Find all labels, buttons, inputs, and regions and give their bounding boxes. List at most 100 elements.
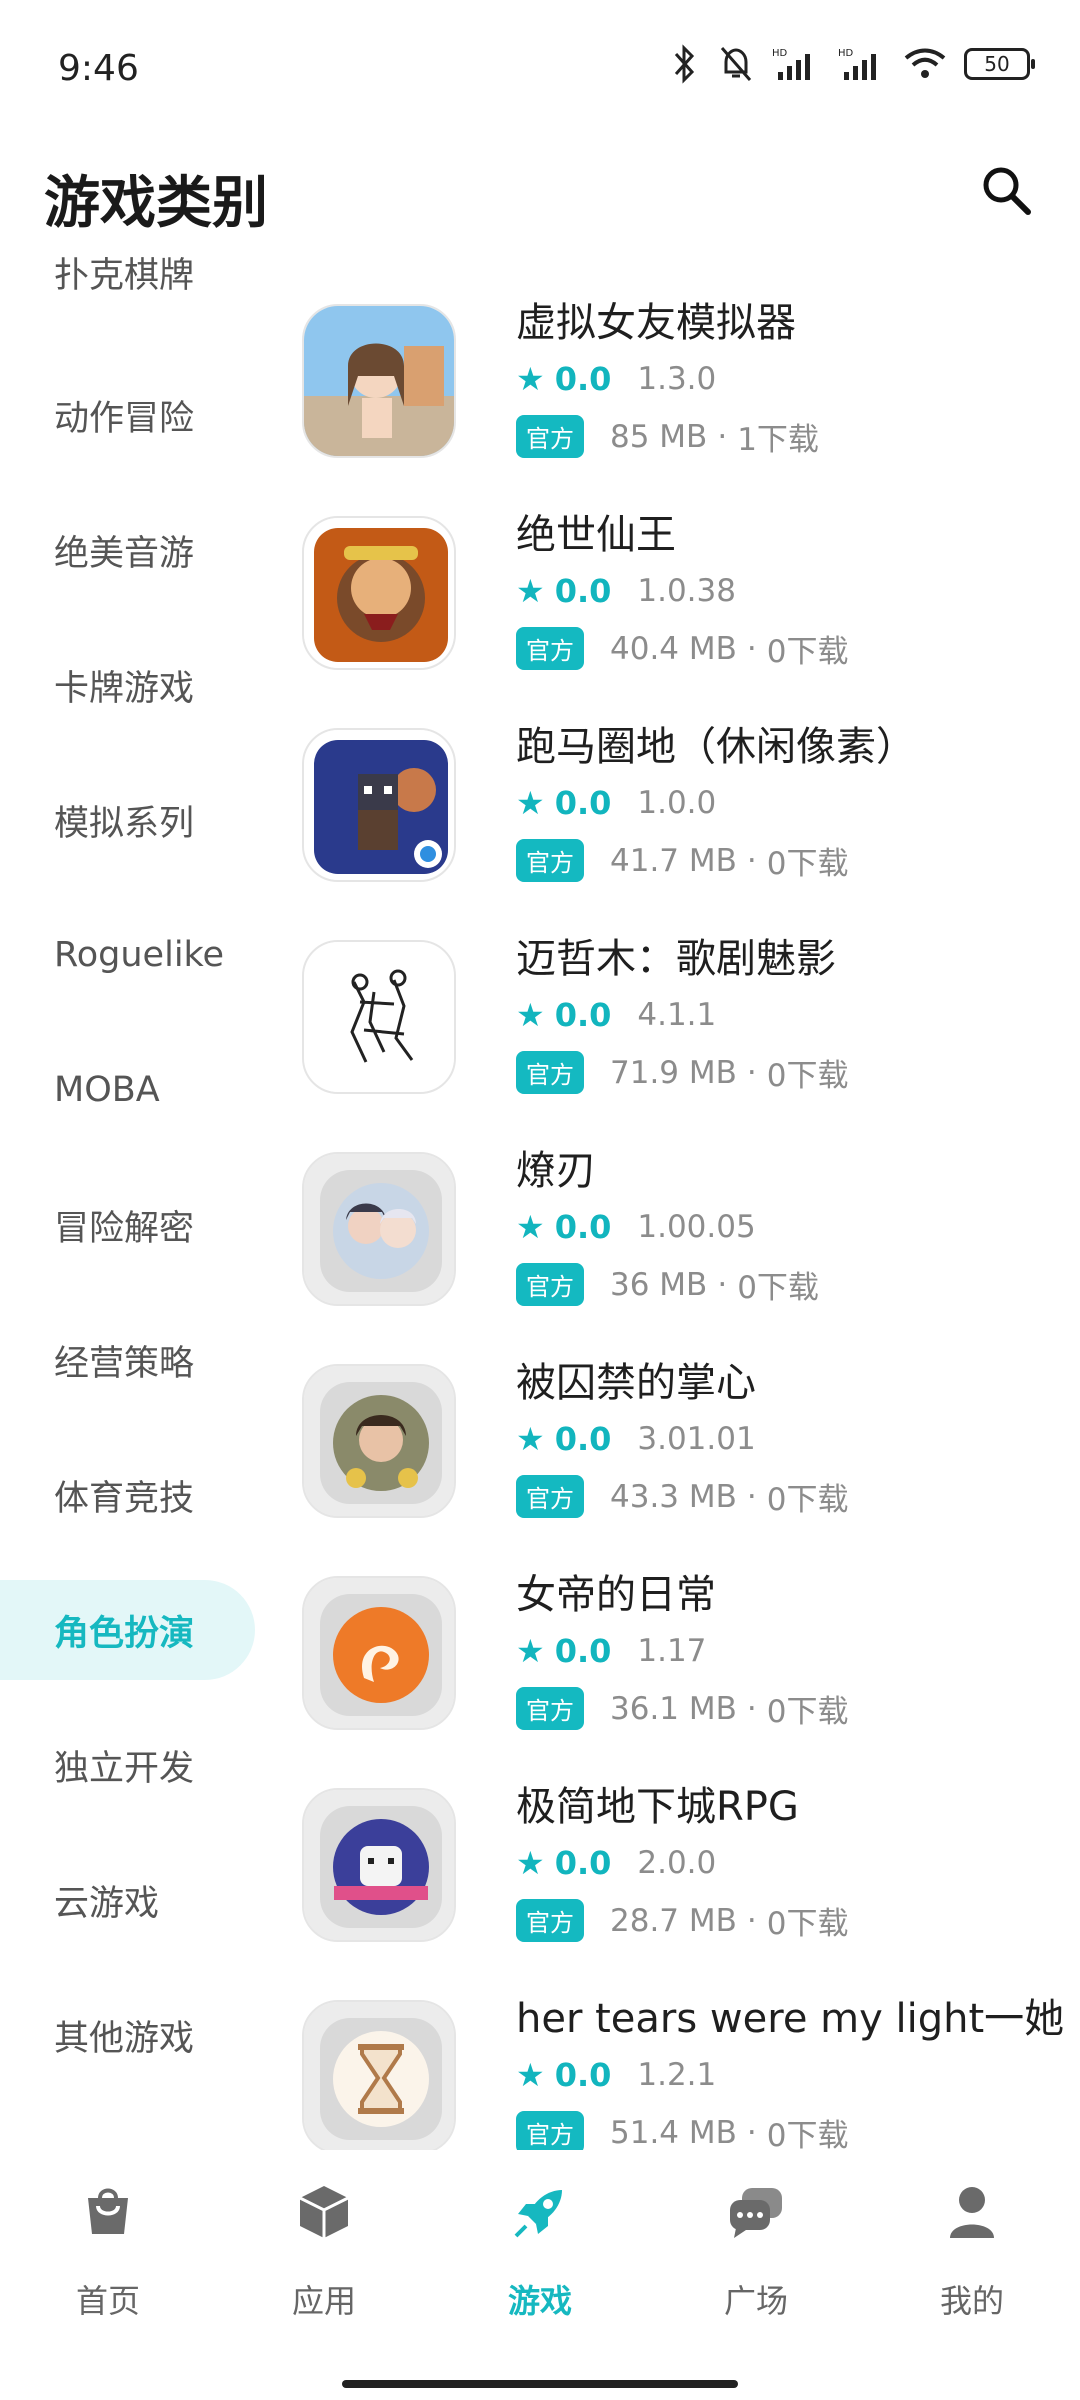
app-size: 36 MB — [610, 1266, 708, 1303]
anime-girl-icon — [302, 304, 456, 458]
official-badge: 官方 — [516, 1687, 584, 1730]
app-version: 1.3.0 — [637, 361, 717, 397]
star-icon: ★ — [516, 572, 545, 610]
category-item[interactable]: Roguelike — [0, 905, 255, 1005]
rating-score: 0.0 — [554, 2056, 612, 2094]
app-version: 2.0.0 — [637, 1845, 717, 1881]
nav-apps[interactable]: 应用 — [216, 2180, 432, 2340]
app-size: 28.7 MB — [610, 1902, 737, 1939]
rating-score: 0.0 — [554, 360, 612, 398]
separator-dot: · — [746, 842, 757, 879]
category-item[interactable]: 动作冒险 — [0, 365, 255, 465]
app-size: 43.3 MB — [610, 1478, 737, 1515]
list-item[interactable]: 迈哲木：歌剧魅影 ★ 0.0 4.1.1 官方 71.9 MB · 0下载 — [280, 926, 1080, 1138]
separator-dot: · — [746, 2114, 757, 2151]
home-indicator[interactable] — [342, 2380, 738, 2388]
meta-row: 官方 40.4 MB · 0下载 — [516, 626, 849, 671]
star-icon: ★ — [516, 1208, 545, 1246]
list-item[interactable]: 绝世仙王 ★ 0.0 1.0.38 官方 40.4 MB · 0下载 — [280, 502, 1080, 714]
category-item-active[interactable]: 角色扮演 — [0, 1580, 255, 1680]
category-item[interactable]: 绝美音游 — [0, 500, 255, 600]
app-version: 1.17 — [637, 1633, 707, 1669]
app-name: 极简地下城RPG — [516, 1784, 799, 1830]
list-item[interactable]: 女帝的日常 ★ 0.0 1.17 官方 36.1 MB · 0下载 — [280, 1562, 1080, 1774]
category-item[interactable]: 模拟系列 — [0, 770, 255, 870]
list-item[interactable]: 虚拟女友模拟器 ★ 0.0 1.3.0 官方 85 MB · 1下载 — [280, 290, 1080, 502]
svg-text:HD: HD — [838, 48, 854, 59]
nav-profile[interactable]: 我的 — [864, 2180, 1080, 2340]
official-badge: 官方 — [516, 415, 584, 458]
app-version: 3.01.01 — [637, 1421, 756, 1457]
category-item[interactable]: 云游戏 — [0, 1850, 255, 1950]
download-count: 0下载 — [766, 634, 849, 670]
app-size: 40.4 MB — [610, 630, 737, 667]
anime-duo-icon — [302, 1152, 456, 1306]
separator-dot: · — [746, 1690, 757, 1727]
nav-games[interactable]: 游戏 — [432, 2180, 648, 2340]
signal-icon: HD — [772, 48, 810, 80]
nav-label: 首页 — [75, 2282, 140, 2320]
sketch-figures-icon — [302, 940, 456, 1094]
status-bar: 9:46 HD HD 50 — [0, 0, 1080, 130]
nav-square[interactable]: 广场 — [648, 2180, 864, 2340]
app-version: 1.0.38 — [637, 573, 736, 609]
search-icon[interactable] — [976, 160, 1036, 220]
app-size: 85 MB — [610, 418, 708, 455]
separator-dot: · — [746, 1478, 757, 1515]
category-item[interactable]: 扑克棋牌 — [0, 240, 255, 322]
download-count: 0下载 — [737, 1270, 819, 1306]
star-icon: ★ — [516, 784, 545, 822]
pixel-cat-hero-icon — [302, 728, 456, 882]
app-name: 跑马圈地（休闲像素） — [516, 724, 916, 770]
official-badge: 官方 — [516, 1263, 584, 1306]
rating-row: ★ 0.0 1.00.05 — [516, 1208, 756, 1246]
list-item[interactable]: her tears were my light一她 ★ 0.0 1.2.1 官方… — [280, 1986, 1080, 2150]
meta-row: 官方 28.7 MB · 0下载 — [516, 1898, 849, 1943]
monkey-king-icon — [302, 516, 456, 670]
app-name: 女帝的日常 — [516, 1572, 716, 1618]
app-name: 绝世仙王 — [516, 512, 676, 558]
separator-dot: · — [717, 418, 728, 455]
app-version: 1.0.0 — [637, 785, 717, 821]
rating-row: ★ 0.0 4.1.1 — [516, 996, 716, 1034]
rating-row: ★ 0.0 1.0.38 — [516, 572, 736, 610]
phoenix-icon — [302, 1576, 456, 1730]
wifi-icon — [904, 48, 946, 78]
portrait-man-icon — [302, 1364, 456, 1518]
category-sidebar[interactable]: 扑克棋牌 动作冒险 绝美音游 卡牌游戏 模拟系列 Roguelike MOBA … — [0, 240, 270, 2140]
category-item[interactable]: 体育竞技 — [0, 1445, 255, 1545]
status-icons: HD HD 50 — [670, 44, 1035, 84]
app-name: her tears were my light一她 — [516, 1996, 1065, 2042]
category-item[interactable]: 经营策略 — [0, 1310, 255, 1410]
ghost-dungeon-icon — [302, 1788, 456, 1942]
meta-row: 官方 43.3 MB · 0下载 — [516, 1474, 849, 1519]
list-item[interactable]: 极简地下城RPG ★ 0.0 2.0.0 官方 28.7 MB · 0下载 — [280, 1774, 1080, 1986]
download-count: 0下载 — [766, 1482, 849, 1518]
category-item[interactable]: 其他游戏 — [0, 1985, 255, 2085]
official-badge: 官方 — [516, 1051, 584, 1094]
list-item[interactable]: 被囚禁的掌心 ★ 0.0 3.01.01 官方 43.3 MB · 0下载 — [280, 1350, 1080, 1562]
rating-score: 0.0 — [554, 784, 612, 822]
game-list[interactable]: 虚拟女友模拟器 ★ 0.0 1.3.0 官方 85 MB · 1下载 绝世仙王 … — [280, 290, 1080, 2150]
list-item[interactable]: 跑马圈地（休闲像素） ★ 0.0 1.0.0 官方 41.7 MB · 0下载 — [280, 714, 1080, 926]
battery-indicator: 50 — [964, 48, 1035, 80]
category-item[interactable]: 卡牌游戏 — [0, 635, 255, 735]
app-size: 71.9 MB — [610, 1054, 737, 1091]
meta-row: 官方 85 MB · 1下载 — [516, 414, 819, 459]
meta-row: 官方 41.7 MB · 0下载 — [516, 838, 849, 883]
category-item[interactable]: 独立开发 — [0, 1715, 255, 1815]
rating-row: ★ 0.0 1.17 — [516, 1632, 706, 1670]
rating-row: ★ 0.0 1.0.0 — [516, 784, 716, 822]
list-item[interactable]: 燎刃 ★ 0.0 1.00.05 官方 36 MB · 0下载 — [280, 1138, 1080, 1350]
nav-label: 广场 — [723, 2282, 788, 2320]
star-icon: ★ — [516, 996, 545, 1034]
cube-icon — [299, 2186, 349, 2238]
separator-dot: · — [746, 630, 757, 667]
download-count: 0下载 — [766, 2118, 849, 2150]
app-name: 燎刃 — [516, 1148, 596, 1194]
nav-home[interactable]: 首页 — [0, 2180, 216, 2340]
category-item[interactable]: MOBA — [0, 1040, 255, 1140]
category-item[interactable]: 冒险解密 — [0, 1175, 255, 1275]
app-name: 被囚禁的掌心 — [516, 1360, 756, 1406]
app-version: 1.00.05 — [637, 1209, 756, 1245]
